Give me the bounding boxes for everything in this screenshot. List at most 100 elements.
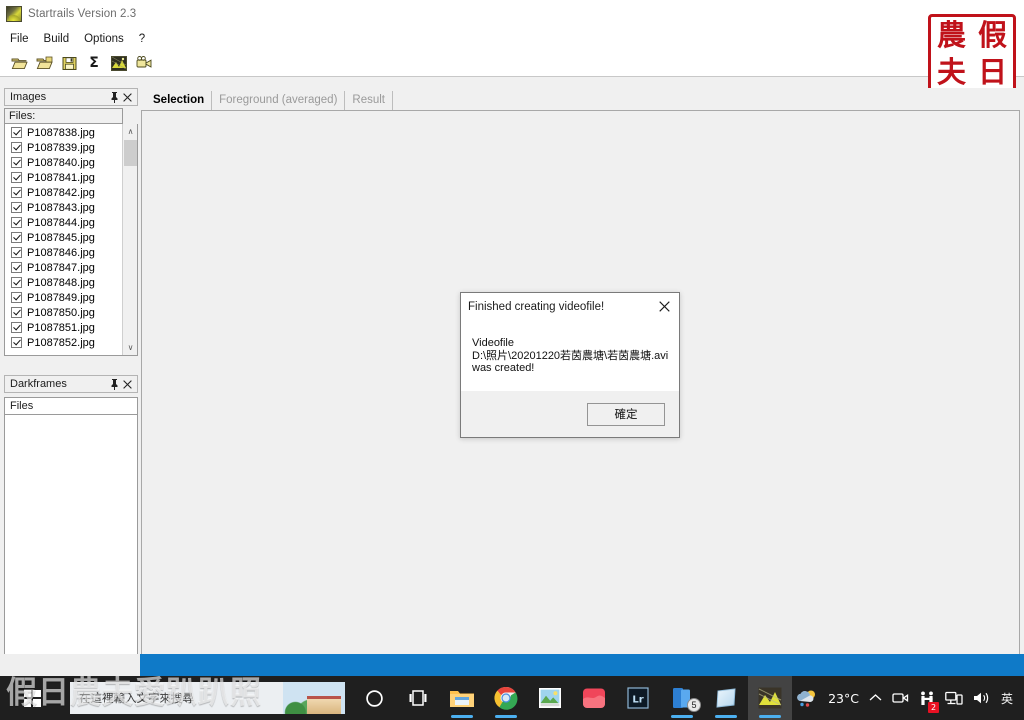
startrails-app-window: Startrails Version 2.3 File Build Option…: [0, 0, 1024, 676]
file-name: P1087852.jpg: [27, 336, 95, 349]
seal-char-2: 假: [977, 18, 1007, 52]
search-placeholder: 在這裡輸入文字來搜尋: [79, 691, 194, 705]
search-box-artwork: [283, 682, 345, 714]
images-file-list: P1087838.jpg P1087839.jpg P1087840.jpg P108…: [5, 124, 123, 355]
file-list-item[interactable]: P1087841.jpg: [5, 170, 123, 185]
dialog-body: Videofile D:\照片\20201220若茵農塘\若茵農塘.avi wa…: [461, 320, 679, 393]
tab-result[interactable]: Result: [345, 91, 394, 110]
chevron-up-icon[interactable]: [866, 676, 885, 720]
menu-help[interactable]: ?: [139, 31, 154, 47]
dialog-footer: 確定: [461, 391, 679, 437]
close-icon[interactable]: [121, 377, 134, 391]
file-checkbox[interactable]: [11, 277, 22, 288]
window-title: Startrails Version 2.3: [28, 8, 137, 20]
scroll-down-icon[interactable]: ∨: [123, 340, 137, 355]
file-checkbox[interactable]: [11, 127, 22, 138]
darkframes-file-listbox[interactable]: [4, 415, 138, 663]
ime-language-indicator[interactable]: 英: [998, 676, 1016, 720]
file-checkbox[interactable]: [11, 172, 22, 183]
menu-options[interactable]: Options: [84, 31, 133, 47]
sigma-icon[interactable]: Σ: [83, 53, 105, 74]
scrollbar-thumb[interactable]: [124, 140, 137, 166]
pin-icon[interactable]: [108, 377, 121, 391]
images-files-label: Files:: [4, 108, 123, 124]
file-list-item[interactable]: P1087849.jpg: [5, 290, 123, 305]
file-list-item[interactable]: P1087850.jpg: [5, 305, 123, 320]
file-checkbox[interactable]: [11, 202, 22, 213]
menu-build[interactable]: Build: [44, 31, 79, 47]
file-checkbox[interactable]: [11, 292, 22, 303]
app-red-icon[interactable]: [572, 676, 616, 720]
weather-temperature[interactable]: 23°C: [825, 676, 862, 720]
running-indicator: [495, 715, 517, 718]
file-checkbox[interactable]: [11, 337, 22, 348]
window-titlebar: Startrails Version 2.3: [0, 0, 1024, 28]
file-checkbox[interactable]: [11, 187, 22, 198]
file-name: P1087849.jpg: [27, 291, 95, 304]
images-file-listbox[interactable]: P1087838.jpg P1087839.jpg P1087840.jpg P108…: [4, 124, 138, 356]
file-list-item[interactable]: P1087840.jpg: [5, 155, 123, 170]
menu-file[interactable]: File: [10, 31, 38, 47]
windows-start-icon[interactable]: [10, 682, 54, 714]
file-list-item[interactable]: P1087848.jpg: [5, 275, 123, 290]
open-darkframes-icon[interactable]: [33, 53, 55, 74]
tab-foreground-averaged[interactable]: Foreground (averaged): [212, 91, 346, 110]
file-checkbox[interactable]: [11, 247, 22, 258]
file-checkbox[interactable]: [11, 142, 22, 153]
seal-char-1: 農: [936, 18, 966, 52]
file-list-item[interactable]: P1087845.jpg: [5, 230, 123, 245]
file-list-item[interactable]: P1087852.jpg: [5, 335, 123, 350]
close-icon[interactable]: [649, 294, 679, 320]
svg-text:Lr: Lr: [632, 695, 643, 706]
file-list-item[interactable]: P1087843.jpg: [5, 200, 123, 215]
network-icon[interactable]: [942, 676, 966, 720]
open-images-icon[interactable]: [8, 53, 30, 74]
google-chrome-icon[interactable]: [484, 676, 528, 720]
pin-icon[interactable]: [108, 90, 121, 104]
file-checkbox[interactable]: [11, 217, 22, 228]
file-name: P1087842.jpg: [27, 186, 95, 199]
camera-icon[interactable]: [889, 676, 912, 720]
seal-char-3: 夫: [936, 55, 966, 89]
file-list-item[interactable]: P1087851.jpg: [5, 320, 123, 335]
file-list-item[interactable]: P1087842.jpg: [5, 185, 123, 200]
file-name: P1087847.jpg: [27, 261, 95, 274]
weather-rain-icon[interactable]: [793, 676, 821, 720]
dialog-ok-button[interactable]: 確定: [587, 402, 665, 426]
brand-seal-logo: 農 假 夫 日: [928, 14, 1016, 94]
file-list-item[interactable]: P1087839.jpg: [5, 140, 123, 155]
lightroom-icon[interactable]: Lr: [616, 676, 660, 720]
cortana-circle-icon[interactable]: [352, 676, 396, 720]
images-list-scrollbar[interactable]: ∧ ∨: [122, 124, 137, 355]
startrails-taskbar-icon[interactable]: [748, 676, 792, 720]
startrails-icon[interactable]: [108, 53, 130, 74]
volume-icon[interactable]: [970, 676, 994, 720]
file-explorer-icon[interactable]: [440, 676, 484, 720]
scroll-up-icon[interactable]: ∧: [123, 124, 137, 139]
video-camera-icon[interactable]: [133, 53, 155, 74]
close-icon[interactable]: [121, 90, 134, 104]
file-checkbox[interactable]: [11, 232, 22, 243]
save-icon[interactable]: [58, 53, 80, 74]
dialog-title: Finished creating videofile!: [468, 300, 605, 313]
sticky-notes-icon[interactable]: [704, 676, 748, 720]
taskbar-search-input[interactable]: 在這裡輸入文字來搜尋: [70, 682, 345, 714]
file-checkbox[interactable]: [11, 262, 22, 273]
app-blue-stack-icon[interactable]: 5: [660, 676, 704, 720]
file-list-item[interactable]: P1087846.jpg: [5, 245, 123, 260]
file-list-item[interactable]: P1087838.jpg: [5, 125, 123, 140]
file-list-item[interactable]: P1087844.jpg: [5, 215, 123, 230]
file-checkbox[interactable]: [11, 157, 22, 168]
file-list-item[interactable]: P1087847.jpg: [5, 260, 123, 275]
tab-selection[interactable]: Selection: [149, 91, 213, 110]
file-checkbox[interactable]: [11, 307, 22, 318]
images-panel: Images Files: P1087838.jpg P1087839.jpg P1…: [4, 88, 138, 368]
file-name: P1087846.jpg: [27, 246, 95, 259]
file-name: P1087844.jpg: [27, 216, 95, 229]
file-checkbox[interactable]: [11, 322, 22, 333]
dialog-titlebar: Finished creating videofile!: [461, 293, 679, 320]
photos-icon[interactable]: [528, 676, 572, 720]
file-name: P1087843.jpg: [27, 201, 95, 214]
task-view-icon[interactable]: [396, 676, 440, 720]
updates-icon[interactable]: 2: [916, 676, 939, 720]
